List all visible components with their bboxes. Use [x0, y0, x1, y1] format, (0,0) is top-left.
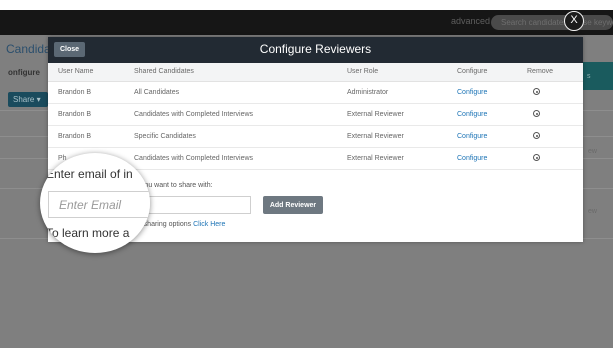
column-header-remove: Remove	[517, 63, 583, 82]
remove-circle-icon[interactable]	[533, 154, 540, 162]
close-tour-icon[interactable]: X	[564, 11, 584, 31]
column-header-user-name: User Name	[48, 63, 124, 82]
user-name-cell: Brandon B	[48, 103, 124, 126]
configure-link[interactable]: Configure	[457, 111, 487, 118]
modal-header: Close Configure Reviewers	[48, 37, 583, 63]
shared-candidates-cell: All Candidates	[124, 81, 337, 104]
user-role-cell: External Reviewer	[337, 125, 447, 148]
configure-link[interactable]: Configure	[457, 155, 487, 162]
user-role-cell: External Reviewer	[337, 147, 447, 170]
configure-link[interactable]: Configure	[457, 133, 487, 140]
user-name-cell: Brandon B	[48, 125, 124, 148]
user-name-cell: Brandon B	[48, 81, 124, 104]
column-header-configure: Configure	[447, 63, 517, 82]
table-row: Brandon B Candidates with Completed Inte…	[48, 103, 583, 126]
global-search-input[interactable]: Search candidates or use keywords	[491, 15, 613, 30]
shared-candidates-cell: Specific Candidates	[124, 125, 337, 148]
add-reviewer-button[interactable]: Add Reviewer	[263, 196, 323, 214]
configure-link[interactable]: Configure	[457, 89, 487, 96]
row-snippet: ew	[588, 148, 597, 155]
magnified-email-label: Enter email of in	[46, 167, 133, 181]
column-header-user-role: User Role	[337, 63, 447, 82]
row-snippet: ew	[588, 208, 597, 215]
table-row: Brandon B All Candidates Administrator C…	[48, 81, 583, 104]
remove-circle-icon[interactable]	[533, 110, 540, 118]
magnified-learn-more: To learn more a	[46, 226, 130, 240]
magnifier-callout: Enter email of in Enter Email To learn m…	[40, 153, 150, 253]
modal-title: Configure Reviewers	[259, 42, 372, 56]
user-role-cell: Administrator	[337, 81, 447, 104]
right-action-strip[interactable]: s	[583, 62, 613, 90]
reviewers-table: User Name Shared Candidates User Role Co…	[48, 63, 583, 170]
share-button[interactable]: Share ▾	[8, 92, 48, 107]
column-header-shared-candidates: Shared Candidates	[124, 63, 337, 82]
remove-circle-icon[interactable]	[533, 132, 540, 140]
remove-circle-icon[interactable]	[533, 88, 540, 96]
tab-configure[interactable]: onfigure	[8, 68, 40, 77]
magnified-email-input[interactable]: Enter Email	[48, 191, 150, 218]
learn-more-text: the sharing options Click Here	[132, 221, 225, 228]
top-bar: advanced Search candidates or use keywor…	[0, 10, 613, 35]
user-role-cell: External Reviewer	[337, 103, 447, 126]
table-row: Brandon B Specific Candidates External R…	[48, 125, 583, 148]
table-header-row: User Name Shared Candidates User Role Co…	[48, 63, 583, 82]
page-title: Candida	[6, 42, 51, 56]
shared-candidates-cell: Candidates with Completed Interviews	[124, 147, 337, 170]
advanced-search-link[interactable]: advanced	[451, 16, 490, 26]
click-here-link[interactable]: Click Here	[193, 221, 225, 228]
shared-candidates-cell: Candidates with Completed Interviews	[124, 103, 337, 126]
